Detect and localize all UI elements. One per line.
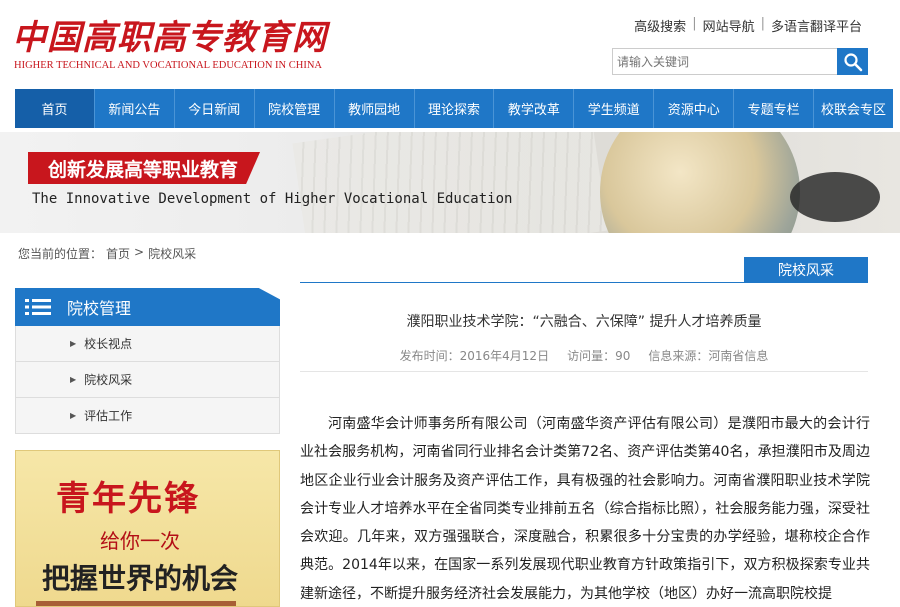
list-menu-icon bbox=[25, 299, 51, 315]
section-tag: 院校风采 bbox=[744, 257, 868, 283]
article-title: 濮阳职业技术学院：“六融合、六保障” 提升人才培养质量 bbox=[406, 314, 762, 330]
sidebar-item-school-style[interactable]: ▶ 院校风采 bbox=[15, 362, 280, 398]
sidebar-item-label: 院校风采 bbox=[84, 373, 133, 387]
sidebar: 院校管理 ▶ 校长视点 ▶ 院校风采 ▶ 评估工作 bbox=[15, 288, 280, 434]
nav-resources[interactable]: 资源中心 bbox=[654, 89, 735, 128]
sidebar-item-principal-view[interactable]: ▶ 校长视点 bbox=[15, 326, 280, 362]
breadcrumb-current[interactable]: 院校风采 bbox=[148, 245, 196, 262]
banner-subtitle: The Innovative Development of Higher Voc… bbox=[32, 191, 513, 207]
banner-newspaper-graphic bbox=[292, 132, 608, 233]
article-views: 访问量：90 bbox=[567, 349, 631, 363]
breadcrumb-separator: > bbox=[134, 245, 145, 259]
nav-alliance[interactable]: 校联会专区 bbox=[814, 89, 893, 128]
search-icon bbox=[843, 52, 862, 71]
sidebar-title: 院校管理 bbox=[67, 299, 132, 318]
top-links: 高级搜索 | 网站导航 | 多语言翻译平台 bbox=[628, 16, 868, 35]
nav-today-news[interactable]: 今日新闻 bbox=[175, 89, 255, 128]
poster-decoration bbox=[36, 601, 236, 606]
poster-headline: 青年先锋 bbox=[56, 479, 200, 519]
nav-school-management[interactable]: 院校管理 bbox=[255, 89, 335, 128]
breadcrumb: 您当前的位置： 首页 > 院校风采 bbox=[18, 245, 196, 262]
sidebar-header: 院校管理 bbox=[15, 288, 280, 326]
banner-globe-stand bbox=[790, 172, 880, 222]
article-source: 信息来源：河南省信息 bbox=[648, 349, 769, 363]
nav-teaching-reform[interactable]: 教学改革 bbox=[494, 89, 575, 128]
nav-special-topics[interactable]: 专题专栏 bbox=[734, 89, 815, 128]
breadcrumb-home[interactable]: 首页 bbox=[106, 245, 130, 262]
search-input[interactable] bbox=[612, 48, 837, 75]
nav-theory[interactable]: 理论探索 bbox=[415, 89, 495, 128]
breadcrumb-prefix: 您当前的位置： bbox=[18, 247, 103, 261]
sidebar-item-label: 评估工作 bbox=[84, 409, 133, 423]
triangle-right-icon: ▶ bbox=[70, 411, 77, 420]
poster-subline: 给你一次 bbox=[100, 529, 180, 553]
nav-news-notice[interactable]: 新闻公告 bbox=[95, 89, 175, 128]
nav-students[interactable]: 学生频道 bbox=[574, 89, 655, 128]
banner-title: 创新发展高等职业教育 bbox=[28, 152, 261, 184]
site-logo-english: HIGHER TECHNICAL AND VOCATIONAL EDUCATIO… bbox=[14, 60, 322, 71]
search-button[interactable] bbox=[837, 48, 868, 75]
section-divider bbox=[300, 282, 868, 283]
nav-teachers[interactable]: 教师园地 bbox=[335, 89, 415, 128]
site-nav-link[interactable]: 网站导航 bbox=[697, 16, 761, 35]
triangle-right-icon: ▶ bbox=[70, 375, 77, 384]
sidebar-item-label: 校长视点 bbox=[84, 337, 133, 351]
main-nav: 首页 新闻公告 今日新闻 院校管理 教师园地 理论探索 教学改革 学生频道 资源… bbox=[15, 89, 893, 128]
translate-link[interactable]: 多语言翻译平台 bbox=[765, 16, 868, 35]
search-box bbox=[612, 48, 868, 75]
article-meta: 发布时间：2016年4月12日 访问量：90 信息来源：河南省信息 bbox=[300, 347, 868, 372]
poster-tagline: 把握世界的机会 bbox=[42, 562, 239, 595]
meta-divider bbox=[300, 371, 868, 372]
banner-globe-graphic bbox=[600, 132, 800, 233]
article-date: 发布时间：2016年4月12日 bbox=[399, 349, 550, 363]
advanced-search-link[interactable]: 高级搜索 bbox=[628, 16, 692, 35]
triangle-right-icon: ▶ bbox=[70, 339, 77, 348]
article-body: 河南盛华会计师事务所有限公司（河南盛华资产评估有限公司）是濮阳市最大的会计行业社… bbox=[300, 416, 870, 602]
promo-poster[interactable]: 青年先锋 给你一次 把握世界的机会 bbox=[15, 450, 280, 607]
sidebar-item-evaluation[interactable]: ▶ 评估工作 bbox=[15, 398, 280, 434]
nav-home[interactable]: 首页 bbox=[15, 89, 95, 128]
site-logo[interactable]: 中国高职高专教育网 bbox=[12, 10, 327, 59]
site-header: 中国高职高专教育网 HIGHER TECHNICAL AND VOCATIONA… bbox=[0, 0, 900, 88]
